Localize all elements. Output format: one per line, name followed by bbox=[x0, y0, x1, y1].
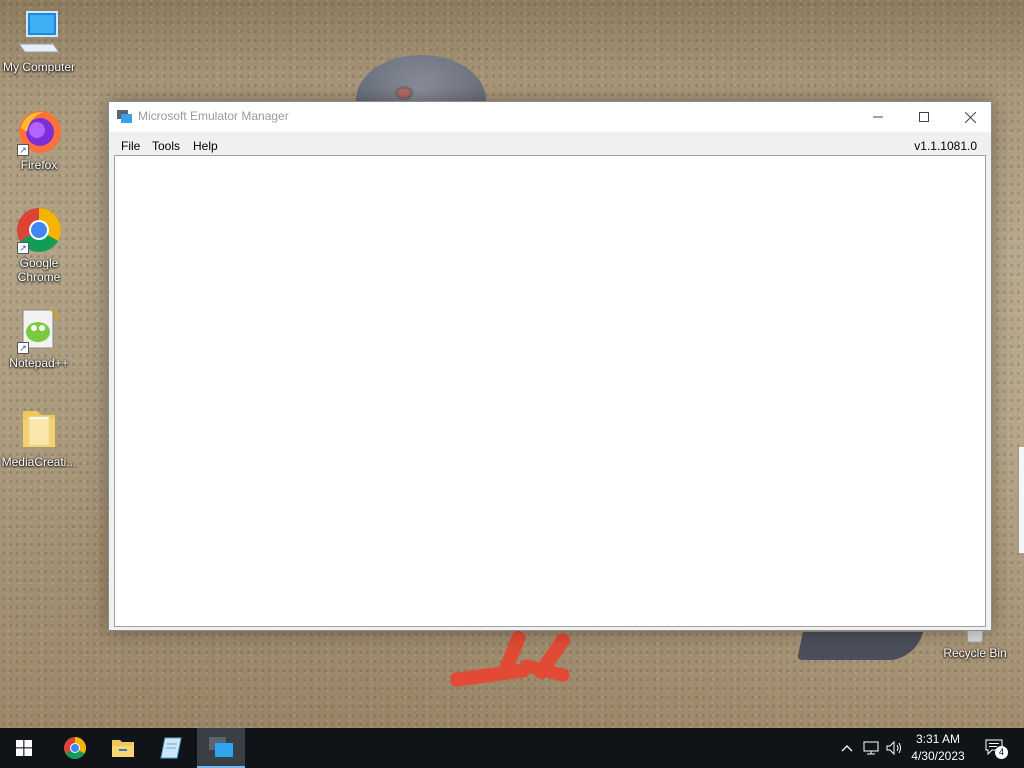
taskbar-notepad[interactable] bbox=[147, 728, 195, 768]
desktop-icon-label: My Computer bbox=[2, 60, 76, 74]
desktop-icon-label: Firefox bbox=[20, 158, 58, 172]
close-button[interactable] bbox=[947, 102, 993, 132]
maximize-icon bbox=[919, 112, 929, 122]
menu-help[interactable]: Help bbox=[193, 139, 218, 153]
version-label: v1.1.1081.0 bbox=[914, 139, 977, 153]
notepad-icon bbox=[160, 737, 182, 759]
shortcut-arrow-icon: ↗ bbox=[17, 144, 29, 156]
menu-bar: File Tools Help v1.1.1081.0 bbox=[109, 136, 991, 156]
windows-start-icon bbox=[16, 740, 32, 756]
window-title: Microsoft Emulator Manager bbox=[138, 109, 289, 123]
firefox-icon: ↗ bbox=[15, 108, 63, 156]
network-button[interactable] bbox=[860, 728, 882, 768]
desktop-icon-label: Notepad++ bbox=[9, 356, 69, 370]
desktop-icon-notepad-plus-plus[interactable]: ↗ Notepad++ bbox=[0, 306, 78, 370]
close-icon bbox=[964, 111, 976, 123]
taskbar: 3:31 AM 4/30/2023 4 bbox=[0, 728, 1024, 768]
menu-file[interactable]: File bbox=[121, 139, 140, 153]
desktop-icon-google-chrome[interactable]: ↗ Google Chrome bbox=[0, 206, 78, 284]
volume-button[interactable] bbox=[884, 728, 906, 768]
desktop-icon-label: Recycle Bin bbox=[943, 646, 1007, 660]
minimize-icon bbox=[873, 116, 883, 118]
desktop-icon-media-creation[interactable]: MediaCreati... bbox=[0, 405, 78, 469]
wallpaper-pigeon-tail bbox=[797, 632, 923, 660]
taskbar-chrome[interactable] bbox=[51, 728, 99, 768]
chrome-icon bbox=[64, 737, 86, 759]
folder-icon bbox=[15, 405, 63, 453]
notepad-plus-plus-icon: ↗ bbox=[15, 306, 63, 354]
title-bar[interactable]: Microsoft Emulator Manager bbox=[109, 102, 991, 132]
chrome-icon: ↗ bbox=[15, 206, 63, 254]
emulator-list-panel[interactable] bbox=[114, 155, 986, 627]
desktop-icon-label: Google Chrome bbox=[17, 256, 61, 284]
offscreen-window-edge[interactable] bbox=[1018, 447, 1024, 553]
desktop-icon-my-computer[interactable]: My Computer bbox=[0, 10, 78, 74]
start-button[interactable] bbox=[0, 728, 48, 768]
notification-icon: 4 bbox=[985, 738, 1008, 759]
action-center-button[interactable]: 4 bbox=[978, 728, 1012, 768]
taskbar-clock[interactable]: 3:31 AM 4/30/2023 bbox=[904, 731, 972, 765]
file-explorer-icon bbox=[112, 740, 134, 757]
network-icon bbox=[863, 741, 879, 755]
emulator-manager-window: Microsoft Emulator Manager File Tools He… bbox=[108, 101, 992, 631]
show-hidden-icons-button[interactable] bbox=[838, 728, 856, 768]
shortcut-arrow-icon: ↗ bbox=[17, 342, 29, 354]
maximize-button[interactable] bbox=[901, 102, 947, 132]
notification-count-badge: 4 bbox=[995, 746, 1008, 759]
computer-icon bbox=[15, 10, 63, 58]
taskbar-emulator-manager[interactable] bbox=[197, 728, 245, 768]
desktop-icon-firefox[interactable]: ↗ Firefox bbox=[0, 108, 78, 172]
clock-date: 4/30/2023 bbox=[911, 749, 965, 763]
clock-time: 3:31 AM bbox=[915, 732, 961, 746]
shortcut-arrow-icon: ↗ bbox=[17, 242, 29, 254]
emulator-manager-icon bbox=[209, 737, 233, 757]
chevron-up-icon bbox=[841, 745, 853, 752]
emulator-manager-icon bbox=[117, 110, 132, 123]
wallpaper-pigeon-eye bbox=[395, 86, 413, 100]
desktop-icon-label: MediaCreati... bbox=[1, 455, 77, 469]
taskbar-file-explorer[interactable] bbox=[99, 728, 147, 768]
menu-tools[interactable]: Tools bbox=[152, 139, 180, 153]
minimize-button[interactable] bbox=[855, 102, 901, 132]
volume-icon bbox=[886, 741, 901, 755]
